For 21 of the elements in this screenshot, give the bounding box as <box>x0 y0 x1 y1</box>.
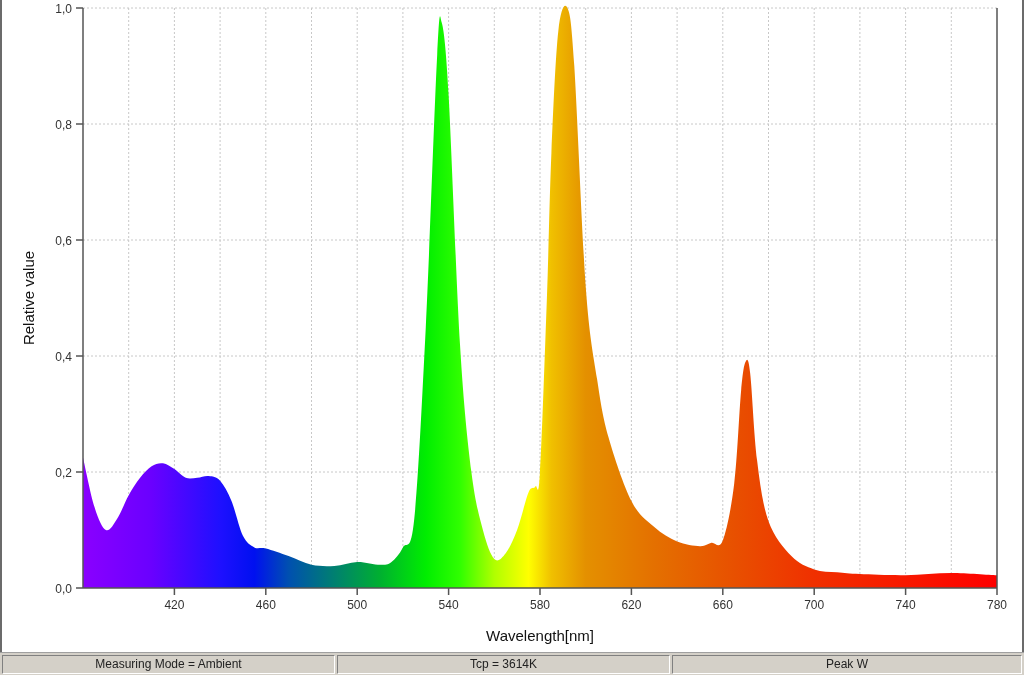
x-axis-title: Wavelength[nm] <box>486 627 594 644</box>
y-axis-title: Relative value <box>20 250 37 346</box>
y-tick-label: 1,0 <box>55 1 72 16</box>
y-tick-label: 0,0 <box>55 581 72 596</box>
y-tick-label: 0,6 <box>55 233 72 248</box>
x-tick-label: 780 <box>987 598 1007 612</box>
status-bar-panel: Measuring Mode = Ambient <box>2 655 335 674</box>
x-tick-label: 700 <box>804 598 825 612</box>
x-tick-label: 460 <box>255 598 276 612</box>
x-tick-label: 580 <box>530 598 550 612</box>
x-tick-label: 620 <box>621 598 642 612</box>
x-tick-label: 420 <box>164 598 185 612</box>
x-tick-label: 740 <box>895 598 916 612</box>
y-tick-label: 0,2 <box>55 465 72 480</box>
y-tick-label: 0,4 <box>55 349 72 364</box>
x-tick-label: 660 <box>712 598 733 612</box>
x-tick-label: 540 <box>438 598 459 612</box>
status-bar-panel: Tcp = 3614K <box>337 655 670 674</box>
y-tick-label: 0,8 <box>55 117 72 132</box>
x-tick-label: 500 <box>347 598 368 612</box>
status-bar-panel: Peak W <box>672 655 1022 674</box>
